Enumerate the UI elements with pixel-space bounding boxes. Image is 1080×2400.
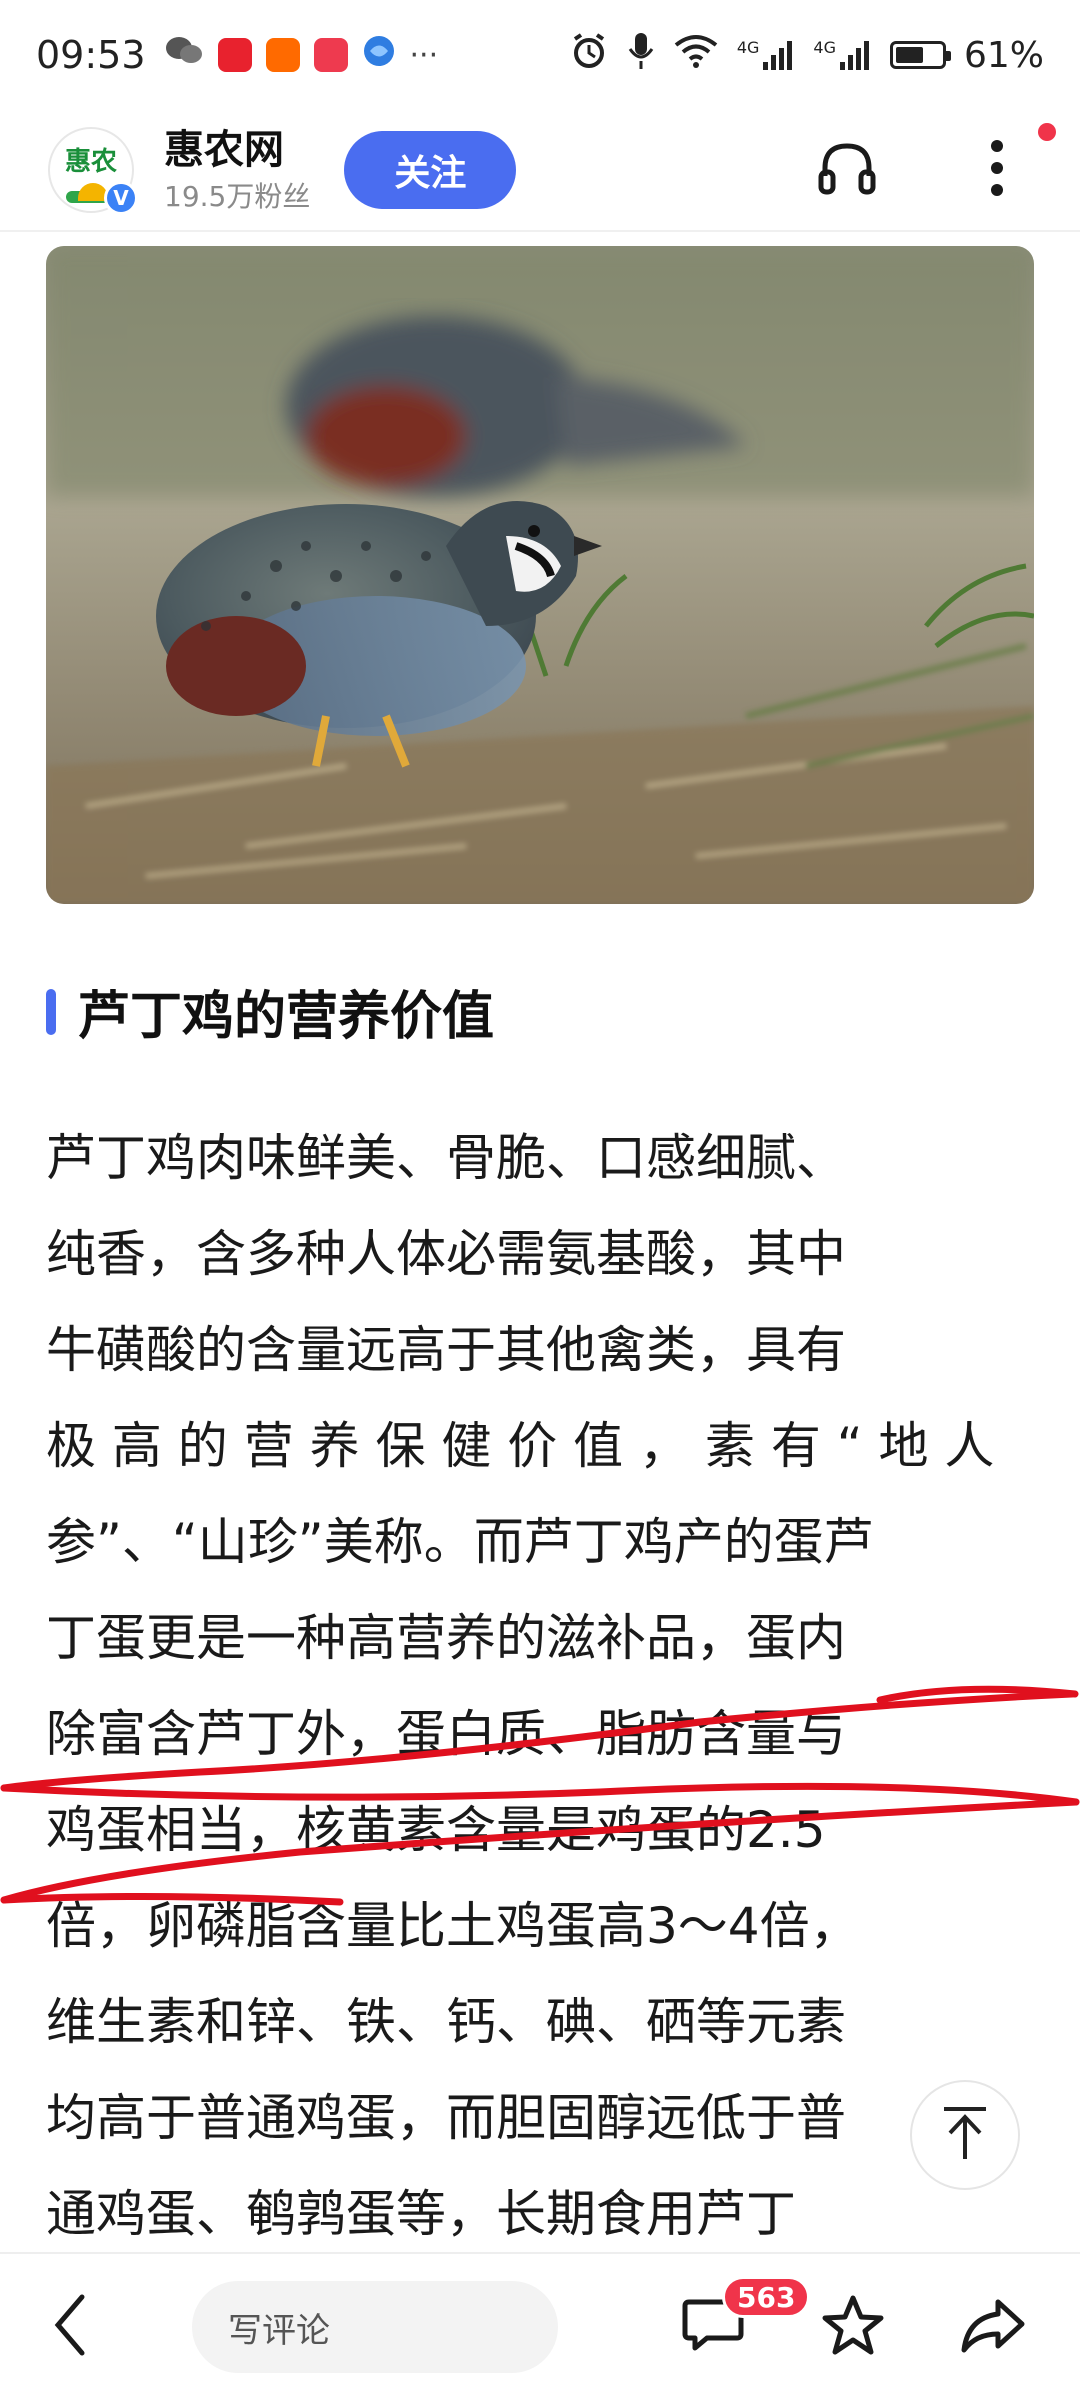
back-button[interactable]: [52, 2287, 112, 2367]
follow-button[interactable]: 关注: [344, 131, 517, 209]
paragraph-line: 均高于普通鸡蛋，而胆固醇远低于普: [46, 2089, 846, 2147]
headphones-icon: [817, 140, 877, 200]
bottom-action-bar: 写评论 563: [0, 2252, 1080, 2400]
back-to-top-button[interactable]: [910, 2080, 1020, 2190]
favorite-button[interactable]: [818, 2292, 888, 2362]
verified-badge-icon: V: [104, 181, 138, 215]
more-notifications: ···: [409, 37, 439, 73]
status-right: 4G 4G 61%: [569, 31, 1044, 80]
battery-fill: [895, 47, 923, 63]
paragraph-line: 极 高 的 营 养 保 健 价 值 ， 素 有 “ 地 人: [46, 1417, 995, 1475]
more-vertical-icon: [990, 138, 1004, 202]
battery-icon: [889, 41, 951, 69]
alarm-icon: [569, 31, 609, 80]
wechat-icon: [164, 33, 204, 77]
fans-count: 19.5万粉丝: [164, 180, 311, 213]
battery-percent: 61%: [963, 34, 1044, 76]
channel-avatar-wrap[interactable]: 惠农 V: [48, 127, 138, 215]
paragraph-line: 芦丁鸡肉味鲜美、骨脆、口感细腻、: [46, 1129, 846, 1187]
comments-button[interactable]: 563: [678, 2276, 811, 2362]
status-app-icons: ···: [164, 33, 439, 77]
paragraph-line: 丁蛋更是一种高营养的滋补品，蛋内: [46, 1609, 846, 1667]
signal-icon-2: 4G: [813, 38, 872, 72]
app-icon: [313, 38, 348, 72]
channel-info[interactable]: 惠农网 19.5万粉丝: [164, 125, 310, 215]
comment-input[interactable]: 写评论: [192, 2281, 558, 2373]
microphone-icon: [627, 31, 655, 80]
chevron-left-icon: [52, 2293, 88, 2361]
comment-count-badge: 563: [722, 2276, 811, 2318]
article-content[interactable]: 芦丁鸡的营养价值 芦丁鸡肉味鲜美、骨脆、口感细腻、 纯香，含多种人体必需氨基酸，…: [0, 232, 1080, 2252]
status-time: 09:53: [36, 33, 146, 77]
header-actions: [812, 123, 1056, 205]
paragraph-line: 鸡蛋相当，核黄素含量是鸡蛋的2.5: [46, 1801, 826, 1859]
paragraph-line: 维生素和锌、铁、钙、碘、硒等元素: [46, 1993, 846, 2051]
channel-name[interactable]: 惠农网: [164, 125, 310, 175]
logo-text: 惠农: [64, 147, 117, 177]
paragraph-line: 纯香，含多种人体必需氨基酸，其中: [46, 1225, 846, 1283]
quail-photo: [46, 246, 1034, 904]
arrow-up-icon: [940, 2105, 990, 2165]
article-image-quail[interactable]: [46, 246, 1034, 904]
section-title: 芦丁鸡的营养价值: [78, 987, 495, 1047]
more-options-button[interactable]: [962, 123, 1056, 205]
status-bar: 09:53 ··· 4G 4G 61%: [0, 0, 1080, 110]
bottom-actions: 563: [678, 2276, 1028, 2362]
listen-button[interactable]: [812, 135, 882, 205]
article-paragraph: 芦丁鸡肉味鲜美、骨脆、口感细腻、 纯香，含多种人体必需氨基酸，其中 牛磺酸的含量…: [46, 1110, 1036, 2252]
paragraph-line: 通鸡蛋、鹌鹑蛋等，长期食用芦丁: [46, 2185, 796, 2243]
signal-icon: 4G: [737, 38, 796, 72]
heading-accent-bar: [46, 988, 56, 1035]
app-icon: [217, 38, 252, 72]
browser-icon: [362, 33, 396, 77]
paragraph-line: 参”、“山珍”美称。而芦丁鸡产的蛋芦: [46, 1513, 874, 1571]
share-arrow-icon: [960, 2296, 1026, 2358]
paragraph-line: 牛磺酸的含量远高于其他禽类，具有: [46, 1321, 846, 1379]
share-button[interactable]: [958, 2292, 1028, 2362]
paragraph-line: 除富含芦丁外，蛋白质、脂肪含量与: [46, 1705, 846, 1763]
paragraph-line: 倍，卵磷脂含量比土鸡蛋高3～4倍，: [46, 1897, 860, 1955]
wifi-icon: [673, 33, 719, 78]
article-header: 惠农 V 惠农网 19.5万粉丝 关注: [0, 110, 1080, 232]
notification-dot: [1038, 123, 1056, 141]
taobao-icon: [265, 38, 300, 72]
section-heading: 芦丁鸡的营养价值: [46, 974, 494, 1049]
star-icon: [821, 2294, 885, 2360]
